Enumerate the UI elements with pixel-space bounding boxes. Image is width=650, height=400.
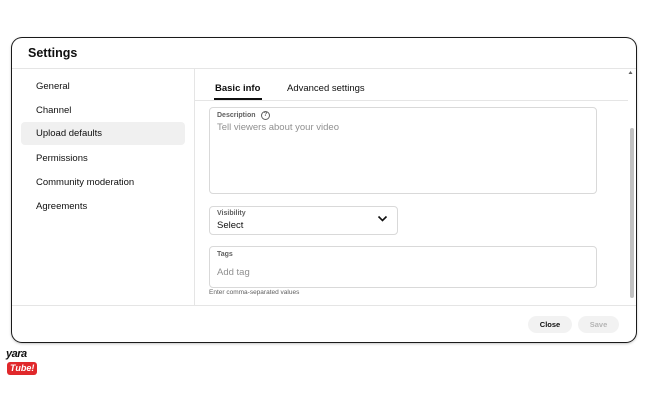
sidebar-item-agreements[interactable]: Agreements bbox=[21, 195, 185, 218]
scrollbar-thumb[interactable] bbox=[630, 128, 634, 298]
save-button[interactable]: Save bbox=[578, 316, 619, 333]
description-label: Description bbox=[217, 112, 256, 119]
watermark-line2: Tube! bbox=[7, 362, 38, 375]
tab-advanced-settings[interactable]: Advanced settings bbox=[287, 83, 365, 94]
tags-label: Tags bbox=[217, 251, 233, 258]
tags-field[interactable]: Tags Add tag bbox=[209, 246, 597, 288]
close-button[interactable]: Close bbox=[528, 316, 572, 333]
chevron-down-icon bbox=[377, 215, 388, 222]
sidebar-item-permissions[interactable]: Permissions bbox=[21, 147, 185, 170]
footer-divider bbox=[12, 305, 636, 306]
tabs-divider bbox=[195, 100, 628, 101]
dialog-title: Settings bbox=[28, 46, 78, 60]
tags-hint: Enter comma-separated values bbox=[209, 289, 300, 296]
settings-dialog: Settings General Channel Upload defaults… bbox=[12, 38, 636, 342]
sidebar-item-upload-defaults[interactable]: Upload defaults bbox=[21, 122, 185, 145]
tags-placeholder: Add tag bbox=[217, 267, 250, 278]
description-field[interactable]: Description ? Tell viewers about your vi… bbox=[209, 107, 597, 194]
visibility-value: Select bbox=[217, 220, 244, 231]
visibility-label: Visibility bbox=[217, 210, 246, 217]
sidebar-item-channel[interactable]: Channel bbox=[21, 99, 185, 122]
description-placeholder: Tell viewers about your video bbox=[217, 122, 339, 133]
sidebar-item-general[interactable]: General bbox=[21, 75, 185, 98]
tab-basic-info[interactable]: Basic info bbox=[215, 83, 260, 94]
sidebar-item-community-moderation[interactable]: Community moderation bbox=[21, 171, 185, 194]
settings-sidebar: General Channel Upload defaults Permissi… bbox=[12, 69, 195, 305]
scroll-up-icon[interactable] bbox=[628, 70, 633, 75]
visibility-select[interactable]: Visibility Select bbox=[209, 206, 398, 235]
watermark-line1: yara bbox=[6, 348, 27, 360]
help-icon[interactable]: ? bbox=[261, 111, 270, 120]
watermark-logo: yara Tube! bbox=[6, 348, 66, 378]
